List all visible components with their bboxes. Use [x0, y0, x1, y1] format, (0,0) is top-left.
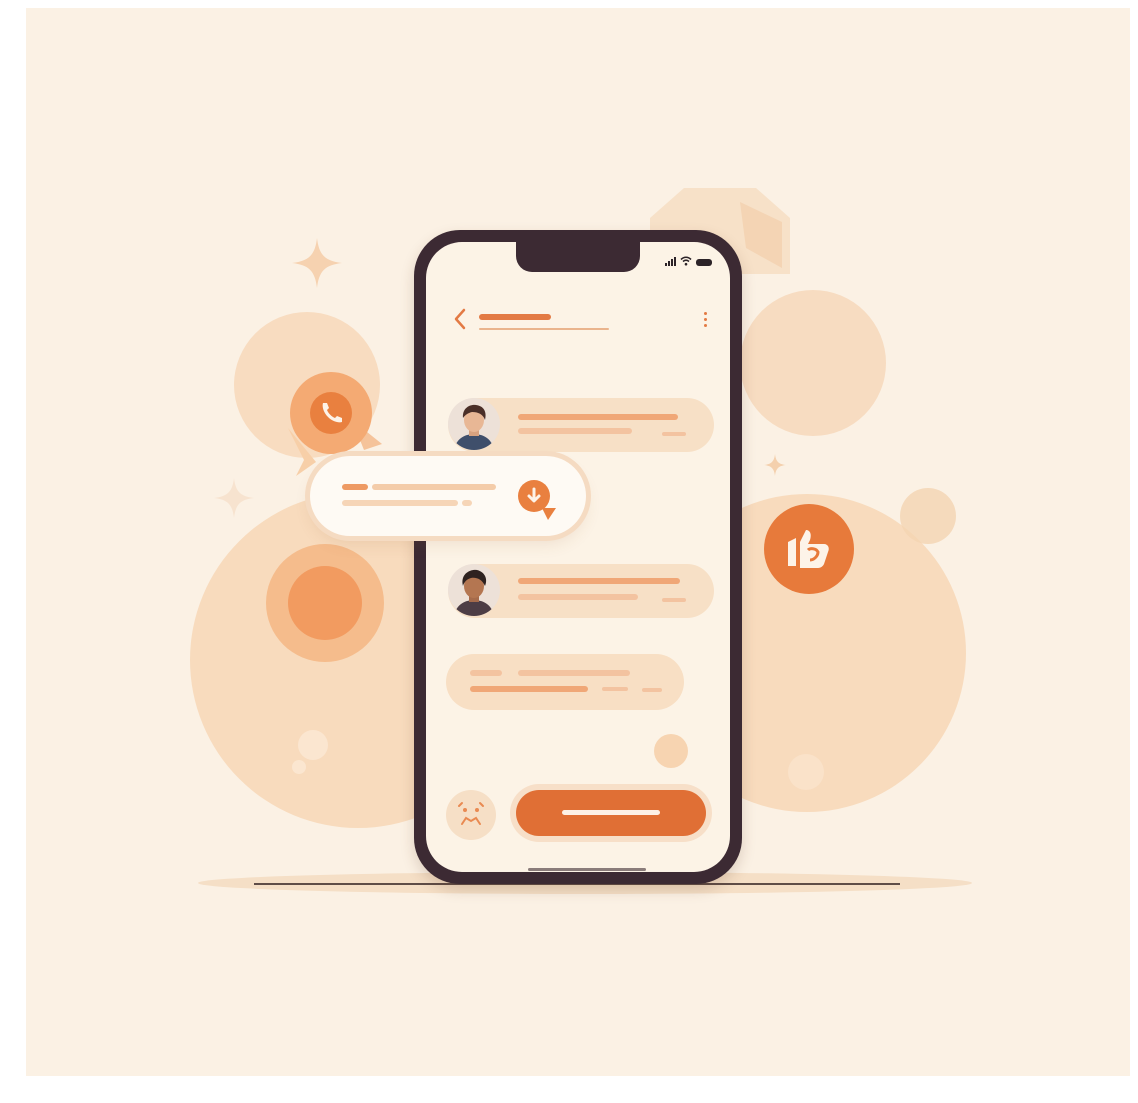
typing-indicator: [654, 734, 688, 768]
chevron-left-icon: [454, 308, 466, 330]
notification-text-placeholder: [462, 500, 472, 506]
notification-text-placeholder: [342, 484, 368, 490]
orange-dot-inner: [288, 566, 362, 640]
avatar: [448, 564, 500, 616]
message-bubble-outgoing[interactable]: [446, 654, 684, 710]
status-bar: [665, 256, 712, 266]
phone-frame: [414, 230, 742, 884]
bubble-dot-small-2: [292, 760, 306, 774]
message-text-placeholder: [518, 414, 678, 420]
emoji-icon: [458, 802, 484, 825]
thumbs-up-icon: [788, 530, 829, 568]
sparkle-icon: [214, 478, 254, 518]
bubble-dot-small-3: [788, 754, 824, 790]
notification-tail: [542, 508, 556, 520]
phone-notch: [516, 242, 640, 272]
chat-title-placeholder: [479, 314, 551, 320]
background-circle-top-right: [740, 290, 886, 436]
like-badge: [764, 504, 854, 594]
emoji-button[interactable]: [446, 790, 496, 840]
phone-screen: [426, 242, 730, 872]
phone-call-icon: [310, 392, 352, 434]
message-text-placeholder: [602, 687, 628, 691]
message-text-placeholder: [518, 594, 638, 600]
illustration-canvas: [26, 8, 1130, 1076]
notification-text-placeholder: [342, 500, 458, 506]
notification-text-placeholder: [372, 484, 496, 490]
message-text-placeholder: [518, 578, 680, 584]
message-text-placeholder: [470, 670, 502, 676]
battery-icon: [696, 259, 712, 266]
signal-icon: [665, 257, 676, 266]
chat-subtitle-placeholder: [479, 328, 609, 330]
message-time-placeholder: [662, 432, 686, 436]
home-indicator: [528, 868, 646, 871]
wifi-icon: [680, 256, 692, 266]
message-text-placeholder: [518, 670, 630, 676]
send-button[interactable]: [516, 790, 706, 836]
avatar: [448, 398, 500, 450]
bubble-dot-small-1: [298, 730, 328, 760]
sparkle-icon: [292, 238, 342, 288]
message-text-placeholder: [518, 428, 632, 434]
back-button[interactable]: [446, 304, 474, 334]
message-text-placeholder: [470, 686, 588, 692]
send-label-placeholder: [562, 810, 660, 815]
floating-notification-card[interactable]: [310, 456, 586, 536]
call-badge: [290, 372, 372, 454]
sparkle-icon: [764, 454, 786, 476]
typing-dots-placeholder: [642, 688, 662, 692]
kebab-menu-icon[interactable]: [704, 312, 708, 327]
message-time-placeholder: [662, 598, 686, 602]
background-circle-right-small: [900, 488, 956, 544]
